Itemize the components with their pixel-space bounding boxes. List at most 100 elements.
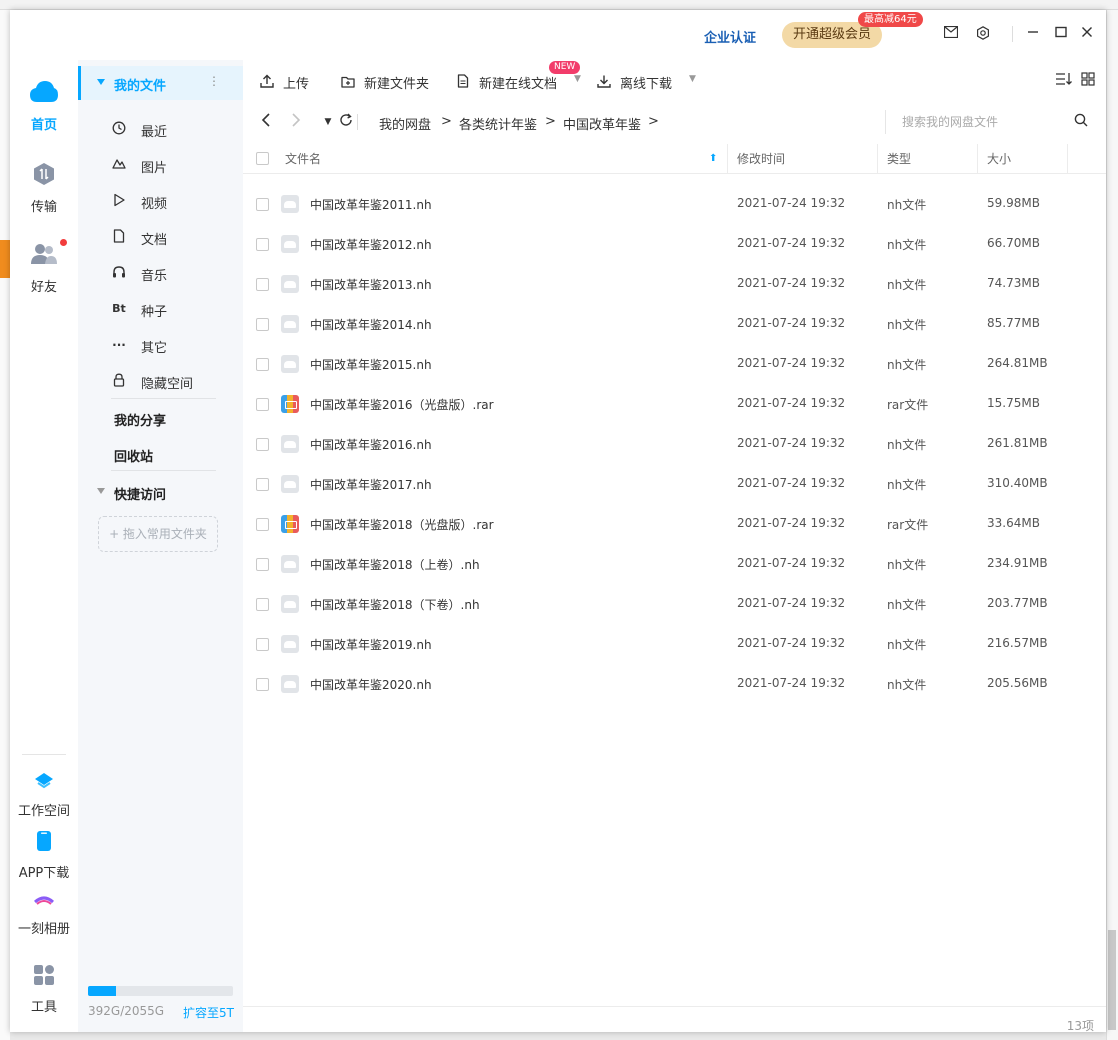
search-input[interactable] — [902, 113, 1072, 131]
chevron-down-icon[interactable]: ▼ — [574, 74, 581, 84]
back-icon[interactable] — [257, 112, 275, 132]
row-checkbox[interactable] — [256, 598, 269, 611]
row-checkbox[interactable] — [256, 198, 269, 211]
new-folder-button[interactable]: 新建文件夹 — [340, 73, 429, 92]
table-row[interactable]: 中国改革年鉴2013.nh 2021-07-24 19:32 nh文件 74.73MB — [243, 264, 1106, 304]
column-header-size[interactable]: 大小 — [987, 144, 1011, 174]
row-checkbox[interactable] — [256, 278, 269, 291]
row-checkbox[interactable] — [256, 478, 269, 491]
table-row[interactable]: 中国改革年鉴2016（光盘版）.rar 2021-07-24 19:32 rar文件… — [243, 384, 1106, 424]
settings-icon[interactable] — [975, 26, 991, 42]
sidebar-item-recycle-bin[interactable]: 回收站 — [114, 446, 153, 465]
chevron-down-icon[interactable]: ▼ — [689, 74, 696, 84]
table-row[interactable]: 中国改革年鉴2015.nh 2021-07-24 19:32 nh文件 264.81M… — [243, 344, 1106, 384]
rail-divider — [22, 754, 66, 755]
column-header-name[interactable]: 文件名 — [285, 144, 321, 174]
search-icon[interactable] — [1074, 113, 1088, 131]
vertical-more-icon[interactable]: ⋮ — [208, 74, 220, 88]
sidebar-item-my-share[interactable]: 我的分享 — [114, 410, 166, 429]
breadcrumb-item[interactable]: 中国改革年鉴 — [563, 114, 641, 133]
sidebar-item-torrents[interactable]: Bt 种子 — [111, 297, 231, 321]
rail-item-friends[interactable]: 好友 — [10, 242, 78, 295]
row-checkbox[interactable] — [256, 558, 269, 571]
row-checkbox[interactable] — [256, 518, 269, 531]
sidebar-item-music[interactable]: 音乐 — [111, 261, 231, 285]
history-dropdown-icon[interactable]: ▼ — [319, 112, 337, 132]
sort-ascending-icon[interactable]: ⬆ — [709, 144, 717, 174]
file-name[interactable]: 中国改革年鉴2012.nh — [310, 236, 432, 253]
rail-item-album[interactable]: 一刻相册 — [10, 894, 78, 937]
row-checkbox[interactable] — [256, 678, 269, 691]
file-name[interactable]: 中国改革年鉴2018（光盘版）.rar — [310, 516, 494, 533]
maximize-icon[interactable] — [1053, 26, 1069, 42]
file-name[interactable]: 中国改革年鉴2015.nh — [310, 356, 432, 373]
sidebar-item-documents[interactable]: 文档 — [111, 225, 231, 249]
row-checkbox[interactable] — [256, 438, 269, 451]
table-row[interactable]: 中国改革年鉴2020.nh 2021-07-24 19:32 nh文件 205.56M… — [243, 664, 1106, 704]
file-name[interactable]: 中国改革年鉴2016.nh — [310, 436, 432, 453]
new-online-doc-button[interactable]: 新建在线文档 — [455, 73, 557, 92]
upload-button[interactable]: 上传 — [259, 73, 309, 92]
rail-item-workspace[interactable]: 工作空间 — [10, 772, 78, 819]
forward-icon[interactable] — [287, 112, 305, 132]
file-name[interactable]: 中国改革年鉴2017.nh — [310, 476, 432, 493]
sort-list-icon[interactable] — [1055, 72, 1073, 90]
row-checkbox[interactable] — [256, 358, 269, 371]
file-name[interactable]: 中国改革年鉴2018（上卷）.nh — [310, 556, 480, 573]
column-header-modified[interactable]: 修改时间 — [737, 144, 785, 174]
sidebar-item-videos[interactable]: 视频 — [111, 189, 231, 213]
table-row[interactable]: 中国改革年鉴2014.nh 2021-07-24 19:32 nh文件 85.77MB — [243, 304, 1106, 344]
close-icon[interactable] — [1079, 26, 1095, 42]
row-checkbox[interactable] — [256, 398, 269, 411]
file-name[interactable]: 中国改革年鉴2014.nh — [310, 316, 432, 333]
table-row[interactable]: 中国改革年鉴2017.nh 2021-07-24 19:32 nh文件 310.40M… — [243, 464, 1106, 504]
table-row[interactable]: 中国改革年鉴2019.nh 2021-07-24 19:32 nh文件 216.57M… — [243, 624, 1106, 664]
mail-icon[interactable] — [943, 25, 959, 42]
video-icon — [111, 193, 127, 209]
download-icon — [596, 74, 612, 92]
sidebar-item-my-files[interactable]: 我的文件 ⋮ — [78, 66, 243, 100]
table-row[interactable]: 中国改革年鉴2011.nh 2021-07-24 19:32 nh文件 59.98MB — [243, 184, 1106, 224]
file-name[interactable]: 中国改革年鉴2018（下卷）.nh — [310, 596, 480, 613]
rail-item-home[interactable]: 首页 — [10, 80, 78, 133]
select-all-checkbox[interactable] — [256, 152, 269, 165]
rail-item-app-download[interactable]: APP下载 — [10, 830, 78, 881]
file-name[interactable]: 中国改革年鉴2020.nh — [310, 676, 432, 693]
row-checkbox[interactable] — [256, 638, 269, 651]
column-divider — [877, 144, 878, 174]
expand-storage-link[interactable]: 扩容至5T — [183, 1004, 234, 1021]
breadcrumb-item[interactable]: 各类统计年鉴 — [459, 114, 537, 133]
minimize-icon[interactable] — [1025, 26, 1041, 42]
sidebar-item-quick-access[interactable]: 快捷访问 — [114, 484, 166, 503]
row-checkbox[interactable] — [256, 238, 269, 251]
table-row[interactable]: 中国改革年鉴2012.nh 2021-07-24 19:32 nh文件 66.70MB — [243, 224, 1106, 264]
rail-item-tools[interactable]: 工具 — [10, 964, 78, 1015]
offline-download-button[interactable]: 离线下载 — [596, 73, 672, 92]
titlebar-divider — [1012, 26, 1013, 42]
album-icon — [10, 894, 78, 912]
row-checkbox[interactable] — [256, 318, 269, 331]
quick-access-triangle-icon[interactable] — [97, 488, 105, 494]
table-row[interactable]: 中国改革年鉴2018（下卷）.nh 2021-07-24 19:32 nh文件 203… — [243, 584, 1106, 624]
table-row[interactable]: 中国改革年鉴2016.nh 2021-07-24 19:32 nh文件 261.81M… — [243, 424, 1106, 464]
sidebar-item-recent[interactable]: 最近 — [111, 117, 231, 141]
rail-item-transfer[interactable]: 传输 — [10, 162, 78, 215]
refresh-icon[interactable] — [337, 112, 355, 132]
table-row[interactable]: 中国改革年鉴2018（光盘版）.rar 2021-07-24 19:32 rar文件… — [243, 504, 1106, 544]
breadcrumb-item[interactable]: 我的网盘 — [379, 114, 431, 133]
nav-divider — [357, 114, 358, 130]
file-name[interactable]: 中国改革年鉴2011.nh — [310, 196, 432, 213]
column-header-type[interactable]: 类型 — [887, 144, 911, 174]
file-name[interactable]: 中国改革年鉴2013.nh — [310, 276, 432, 293]
grid-view-icon[interactable] — [1081, 72, 1095, 90]
enterprise-cert-link[interactable]: 企业认证 — [704, 27, 756, 46]
drop-folder-zone[interactable]: + 拖入常用文件夹 — [98, 516, 218, 552]
file-type: nh文件 — [887, 678, 927, 692]
sidebar-item-hidden-space[interactable]: 隐藏空间 — [111, 369, 231, 393]
collapse-triangle-icon[interactable] — [97, 79, 105, 85]
sidebar-item-images[interactable]: 图片 — [111, 153, 231, 177]
sidebar-item-others[interactable]: ··· 其它 — [111, 333, 231, 357]
table-row[interactable]: 中国改革年鉴2018（上卷）.nh 2021-07-24 19:32 nh文件 234… — [243, 544, 1106, 584]
file-name[interactable]: 中国改革年鉴2019.nh — [310, 636, 432, 653]
file-name[interactable]: 中国改革年鉴2016（光盘版）.rar — [310, 396, 494, 413]
